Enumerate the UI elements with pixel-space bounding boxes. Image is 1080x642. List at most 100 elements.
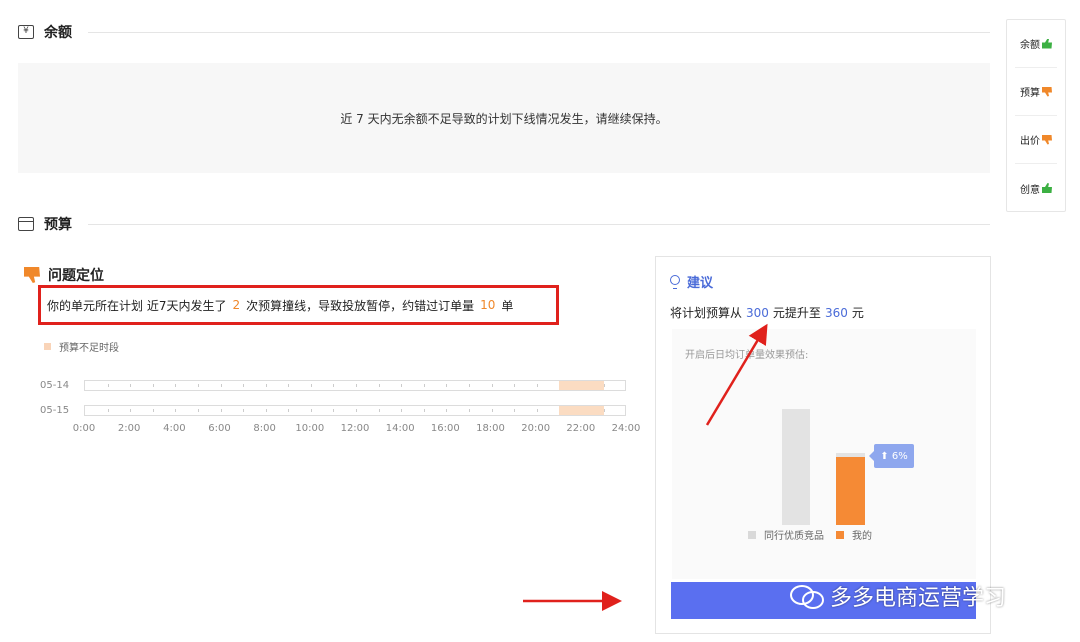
legend-mine: 我的	[852, 531, 872, 542]
timeline-tick	[197, 409, 199, 412]
timeline-tick	[604, 409, 606, 412]
suggestion-header: 建议	[670, 272, 713, 291]
side-nav-label: 预算	[1020, 88, 1040, 99]
axis-tick-label: 20:00	[521, 423, 551, 434]
estimate-chart: 开启后日均订单量效果预估: ⬆ 6% 同行优质竞品 我的	[672, 329, 976, 579]
timeline-tick	[468, 384, 470, 387]
suggestion-text-part: 将计划预算从	[670, 306, 743, 320]
axis-tick-label: 0:00	[72, 423, 96, 434]
axis-tick-label: 14:00	[385, 423, 415, 434]
timeline-tick	[536, 384, 538, 387]
budget-from: 300	[746, 306, 769, 320]
lightbulb-icon	[670, 274, 680, 289]
peer-bar	[782, 409, 810, 525]
side-nav: 余额 预算 出价 创意	[1006, 19, 1066, 212]
estimate-legend: 同行优质竞品 我的	[748, 527, 872, 542]
suggestion-card: 建议 将计划预算从 300 元提升至 360 元 开启后日均订单量效果预估: ⬆ 6% …	[655, 256, 991, 634]
timeline-tick	[378, 409, 380, 412]
timeline-tick	[604, 384, 606, 387]
timeline-tick	[401, 409, 403, 412]
timeline-tick	[310, 409, 312, 412]
balance-message-box: 近 7 天内无余额不足导致的计划下线情况发生，请继续保持。	[18, 63, 990, 173]
suggestion-text-part: 元	[851, 306, 864, 320]
timeline-tick	[107, 409, 109, 412]
thumbs-up-icon	[1042, 183, 1052, 193]
timeline-row: 05-14	[40, 380, 626, 391]
estimate-title: 开启后日均订单量效果预估:	[685, 350, 809, 361]
timeline-tick	[220, 409, 222, 412]
legend-swatch-peer	[748, 530, 756, 539]
legend-peer: 同行优质竞品	[764, 531, 824, 542]
problem-description: 你的单元所在计划 近7天内发生了 2 次预算撞线，导致投放暂停，约错过订单量 1…	[38, 285, 559, 325]
timeline-tick	[130, 409, 132, 412]
mine-bar	[836, 457, 865, 525]
timeline-bar	[84, 380, 626, 391]
axis-tick-label: 8:00	[253, 423, 276, 434]
timeline-tick	[310, 384, 312, 387]
timeline-tick	[152, 409, 154, 412]
balance-section-header: ¥ 余额	[18, 22, 990, 42]
timeline-tick	[514, 384, 516, 387]
problem-text: 你的单元所在计划 近7天内发生了	[47, 298, 227, 313]
timeline-tick	[265, 384, 267, 387]
axis-tick-label: 6:00	[208, 423, 231, 434]
thumbs-up-icon	[1042, 38, 1052, 49]
missed-orders: 10	[480, 298, 496, 312]
shortage-period	[559, 406, 605, 415]
timeline-date: 05-14	[40, 380, 70, 391]
suggestion-text: 将计划预算从 300 元提升至 360 元	[670, 304, 864, 321]
uplift-tooltip: ⬆ 6%	[869, 444, 914, 468]
timeline-tick	[243, 409, 245, 412]
axis-tick-label: 18:00	[476, 423, 505, 434]
watermark-text: 多多电商运营学习	[830, 586, 1007, 611]
timeline-axis: 0:00 2:00 4:00 6:00 8:00 10:00 12:00 14:00 16:00…	[73, 423, 641, 437]
divider	[88, 223, 990, 225]
side-nav-item-creative[interactable]: 创意	[1015, 164, 1057, 212]
timeline-date: 05-15	[40, 405, 70, 416]
timeline-row: 05-15	[40, 405, 626, 416]
budget-to: 360	[824, 306, 848, 320]
divider	[88, 31, 990, 33]
timeline-tick	[333, 409, 335, 412]
suggestion-text-part: 元提升至	[772, 306, 821, 320]
side-nav-item-budget[interactable]: 预算	[1015, 68, 1057, 116]
timeline-tick	[356, 384, 357, 387]
problem-text: 单	[501, 298, 514, 313]
axis-tick-label: 10:00	[295, 423, 325, 434]
timeline-tick	[378, 384, 380, 387]
arrow-up-icon: ⬆	[880, 450, 892, 462]
timeline-tick	[130, 384, 132, 387]
timeline-bar	[84, 405, 626, 416]
timeline-tick	[468, 409, 470, 412]
watermark: 多多电商运营学习	[790, 580, 1006, 612]
timeline-tick	[107, 384, 109, 387]
balance-title: 余额	[44, 25, 72, 41]
timeline-tick	[288, 409, 290, 412]
timeline-tick	[175, 384, 177, 387]
axis-tick-label: 24:00	[611, 423, 641, 434]
timeline-tick	[265, 409, 267, 412]
side-nav-item-bid[interactable]: 出价	[1015, 116, 1057, 164]
timeline-tick	[401, 384, 403, 387]
wechat-icon	[790, 585, 824, 609]
balance-message: 近 7 天内无余额不足导致的计划下线情况发生，请继续保持。	[340, 111, 668, 126]
side-nav-item-balance[interactable]: 余额	[1015, 20, 1057, 68]
timeline-tick	[175, 409, 177, 412]
thumbs-down-icon	[1042, 86, 1052, 97]
problem-text: 次预算撞线，导致投放暂停，约错过订单量	[246, 298, 475, 313]
side-nav-label: 创意	[1020, 184, 1040, 196]
timeline-tick	[220, 384, 222, 387]
timeline-tick	[356, 409, 357, 412]
timeline-tick	[152, 384, 154, 387]
timeline-tick	[288, 384, 290, 387]
thumbs-down-icon	[24, 267, 40, 283]
budget-timeline: 05-14 05-15 0:00 2:00 4:00 6:00 8:00 10:00 12:…	[40, 375, 640, 440]
timeline-tick	[243, 384, 245, 387]
timeline-tick	[446, 384, 448, 387]
cap-hit-count: 2	[232, 298, 241, 312]
wallet-icon	[18, 217, 34, 231]
axis-tick-label: 4:00	[163, 423, 186, 434]
timeline-tick	[446, 409, 448, 412]
yen-icon: ¥	[18, 25, 34, 39]
axis-tick-label: 16:00	[430, 423, 460, 434]
